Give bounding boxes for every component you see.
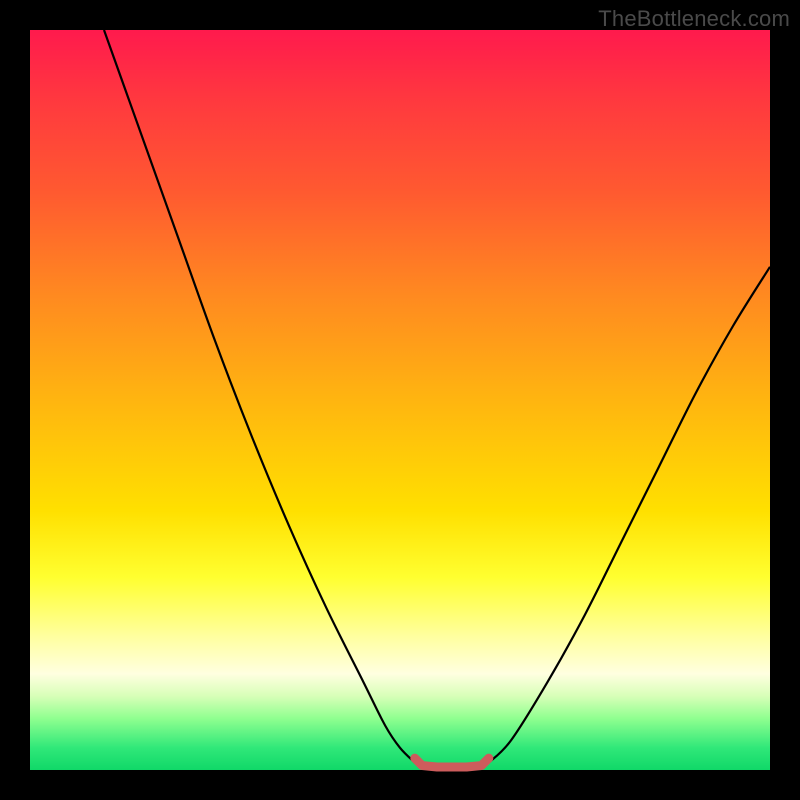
watermark-text: TheBottleneck.com bbox=[598, 6, 790, 32]
plot-area bbox=[30, 30, 770, 770]
chart-frame: TheBottleneck.com bbox=[0, 0, 800, 800]
optimal-zone-marker bbox=[415, 758, 489, 767]
left-branch-curve bbox=[104, 30, 415, 763]
right-branch-curve bbox=[489, 267, 770, 763]
curve-layer bbox=[30, 30, 770, 770]
